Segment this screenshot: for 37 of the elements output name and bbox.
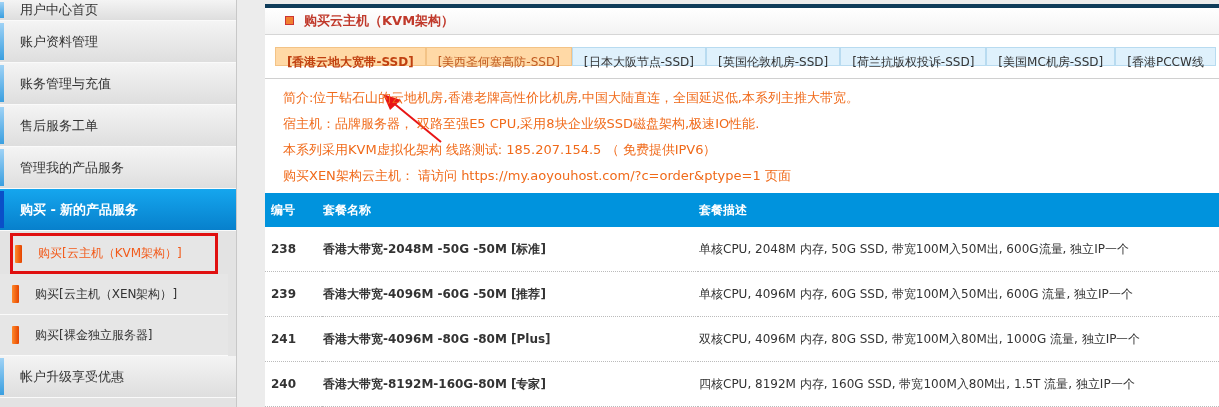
tab[interactable]: [日本大阪节点-SSD] xyxy=(571,46,706,66)
sidebar-item[interactable]: 账务管理与充值 xyxy=(0,63,236,105)
column-header: 套餐描述 xyxy=(699,202,747,217)
table-cell: 单核CPU, 4096M 内存, 60G SSD, 带宽100M入50M出, 600G 流量, 独立IP一个 xyxy=(699,286,1133,301)
panel-title: 购买云主机（KVM架构） xyxy=(304,11,455,30)
intro-text: 本系列采用KVM虚拟化架构 线路测试: 185.207.154.5 （ 免费提供IPV6） xyxy=(283,142,717,157)
table-cell: 241 xyxy=(271,332,297,346)
tab[interactable]: [英国伦敦机房-SSD] xyxy=(706,46,841,66)
table-cell: 香港大带宽-4096M -60G -50M [推荐] xyxy=(323,286,546,301)
bar-icon xyxy=(12,326,19,344)
table-cell: 240 xyxy=(271,377,297,391)
tab[interactable]: [香港PCCW线 xyxy=(1115,46,1216,66)
column-header: 编号 xyxy=(271,202,295,217)
table-cell: 238 xyxy=(271,242,297,256)
sidebar-item[interactable]: 售后服务工单 xyxy=(0,105,236,147)
table-cell: 双核CPU, 4096M 内存, 80G SSD, 带宽100M入80M出, 1000G 流量, 独立IP一个 xyxy=(699,331,1141,346)
bar-icon xyxy=(15,244,22,263)
column-header: 套餐名称 xyxy=(323,202,371,217)
tab[interactable]: [美国MC机房-SSD] xyxy=(986,46,1116,66)
table-cell: 单核CPU, 2048M 内存, 50G SSD, 带宽100M入50M出, 600G流量, 独立IP一个 xyxy=(699,241,1129,256)
table-cell: 四核CPU, 8192M 内存, 160G SSD, 带宽100M入80M出, 1.5T 流量, 独立IP一个 xyxy=(699,376,1135,391)
tab[interactable]: [香港云地大宽带-SSD] xyxy=(275,46,426,66)
table-cell: 香港大带宽-2048M -50G -50M [标准] xyxy=(323,241,546,256)
table-cell: 香港大带宽-4096M -80G -80M [Plus] xyxy=(323,331,551,346)
sidebar-item[interactable]: 用户中心首页 xyxy=(0,0,236,21)
intro-text: 宿主机：品牌服务器， 双路至强E5 CPU,采用8块企业级SSD磁盘架构,极速IO性能. xyxy=(283,116,760,131)
intro-text: 页面 xyxy=(764,168,791,183)
bar-icon xyxy=(12,285,19,303)
tab[interactable]: [荷兰抗版权投诉-SSD] xyxy=(840,46,987,66)
square-icon xyxy=(285,16,294,26)
sidebar-item[interactable]: 帐户升级享受优惠 xyxy=(0,356,236,398)
table-cell: 香港大带宽-8192M-160G-80M [专家] xyxy=(323,376,546,391)
tab[interactable]: [美西圣何塞高防-SSD] xyxy=(425,46,572,66)
sidebar-item[interactable]: 管理我的产品服务 xyxy=(0,147,236,189)
intro-text: 购买XEN架构云主机： 请访问 xyxy=(283,168,457,183)
table-cell: 239 xyxy=(271,287,297,301)
sidebar-item[interactable]: 账户资料管理 xyxy=(0,21,236,63)
